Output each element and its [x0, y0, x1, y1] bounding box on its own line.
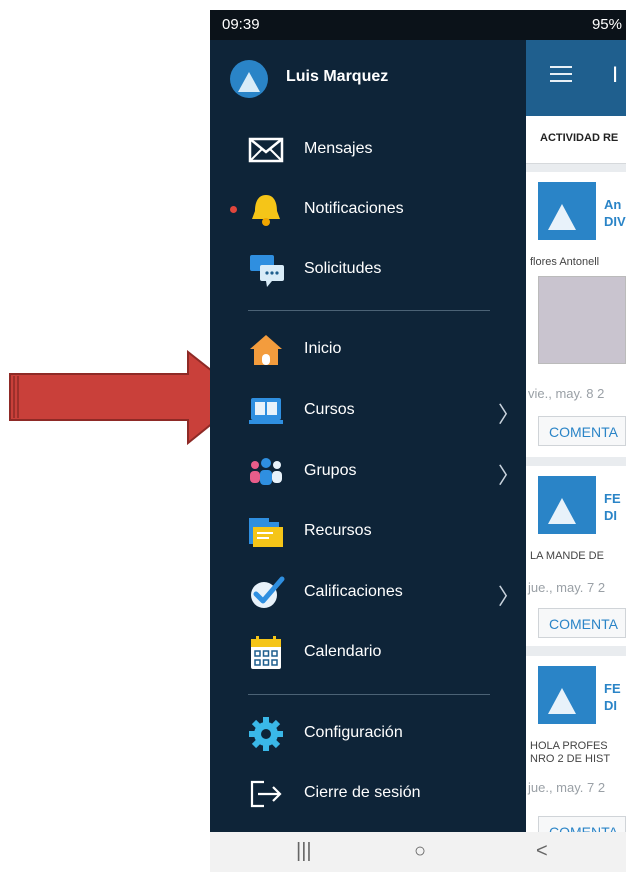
comment-button[interactable]: COMENTA	[538, 608, 626, 638]
recent-apps-icon[interactable]: |||	[296, 840, 312, 863]
status-battery: 95%	[591, 16, 622, 33]
tab-activity[interactable]: ACTIVIDAD RE	[526, 116, 626, 164]
avatar[interactable]	[230, 60, 268, 98]
menu-item-label: Inicio	[304, 340, 342, 357]
school-logo-icon	[538, 182, 596, 240]
menu-item-label: Configuración	[304, 724, 403, 741]
menu-divider	[248, 310, 490, 311]
menu-item-mensajes[interactable]: Mensajes	[210, 122, 526, 178]
system-navigation-bar: ||| ○ <	[210, 832, 626, 872]
menu-item-label: Mensajes	[304, 140, 373, 157]
feed-card: An DIV flores Antonell vie., may. 8 2 CO…	[526, 172, 626, 457]
people-icon	[250, 458, 282, 485]
menu-item-label: Cursos	[304, 401, 355, 418]
chevron-right-icon: 〉	[498, 584, 521, 609]
back-icon[interactable]: <	[536, 840, 548, 863]
menu-item-cierre-de-sesion[interactable]: Cierre de sesión	[210, 766, 526, 822]
home-button-icon[interactable]: ○	[414, 840, 426, 863]
menu-item-label: Recursos	[304, 522, 372, 539]
user-name[interactable]: Luis Marquez	[286, 68, 388, 86]
menu-item-label: Notificaciones	[304, 200, 404, 217]
app-bar: I	[526, 40, 626, 116]
activity-feed: ACTIVIDAD RE An DIV flores Antonell vie.…	[526, 116, 626, 832]
menu-item-recursos[interactable]: Recursos	[210, 504, 526, 560]
menu-item-inicio[interactable]: Inicio	[210, 322, 526, 378]
feed-card: FE DI LA MANDE DE jue., may. 7 2 COMENTA	[526, 466, 626, 646]
card-date: jue., may. 7 2	[528, 780, 606, 795]
folder-icon	[249, 518, 283, 547]
app-title: I	[612, 62, 619, 87]
menu-divider	[248, 694, 490, 695]
bell-icon	[252, 195, 280, 226]
logout-icon	[250, 780, 282, 808]
feed-card: FE DI HOLA PROFES NRO 2 DE HIST jue., ma…	[526, 656, 626, 832]
menu-item-cursos[interactable]: Cursos 〉	[210, 383, 526, 439]
menu-item-label: Calendario	[304, 643, 382, 660]
phone-screen: 09:39 95% I ACTIVIDAD RE An DIV flores A…	[210, 10, 626, 872]
school-logo-icon	[538, 666, 596, 724]
menu-item-label: Solicitudes	[304, 260, 382, 277]
menu-item-solicitudes[interactable]: Solicitudes	[210, 242, 526, 298]
comment-button[interactable]: COMENTA	[538, 816, 626, 832]
card-author[interactable]: An DIV	[604, 196, 626, 230]
menu-item-label: Calificaciones	[304, 583, 403, 600]
menu-item-notificaciones[interactable]: Notificaciones	[210, 182, 526, 238]
status-time: 09:39	[222, 16, 260, 33]
card-author[interactable]: FE DI	[604, 680, 621, 714]
chat-bubbles-icon	[250, 255, 284, 287]
chevron-right-icon: 〉	[498, 402, 521, 427]
card-text: HOLA PROFES NRO 2 DE HIST	[530, 740, 611, 765]
calendar-icon	[251, 636, 281, 669]
gear-icon	[249, 717, 283, 751]
card-date: vie., may. 8 2	[528, 386, 605, 401]
menu-item-grupos[interactable]: Grupos 〉	[210, 444, 526, 500]
notification-dot	[230, 206, 237, 213]
school-logo-icon	[538, 476, 596, 534]
hamburger-menu-icon[interactable]	[550, 66, 572, 87]
menu-item-configuracion[interactable]: Configuración	[210, 706, 526, 762]
card-text: flores Antonell	[530, 256, 600, 268]
menu-item-label: Cierre de sesión	[304, 784, 421, 801]
check-badge-icon	[251, 576, 285, 608]
envelope-icon	[248, 137, 284, 163]
menu-item-label: Grupos	[304, 462, 357, 479]
chevron-right-icon: 〉	[498, 463, 521, 488]
comment-button[interactable]: COMENTA	[538, 416, 626, 446]
card-date: jue., may. 7 2	[528, 580, 606, 595]
menu-item-calendario[interactable]: Calendario	[210, 625, 526, 681]
menu-item-calificaciones[interactable]: Calificaciones 〉	[210, 565, 526, 621]
book-icon	[249, 398, 283, 424]
navigation-drawer: Luis Marquez Mensajes Notificaciones Sol…	[210, 40, 526, 832]
card-image[interactable]	[538, 276, 626, 364]
home-icon	[250, 335, 282, 365]
status-bar: 09:39 95%	[210, 10, 626, 40]
card-author[interactable]: FE DI	[604, 490, 621, 524]
card-text: LA MANDE DE	[530, 550, 604, 562]
